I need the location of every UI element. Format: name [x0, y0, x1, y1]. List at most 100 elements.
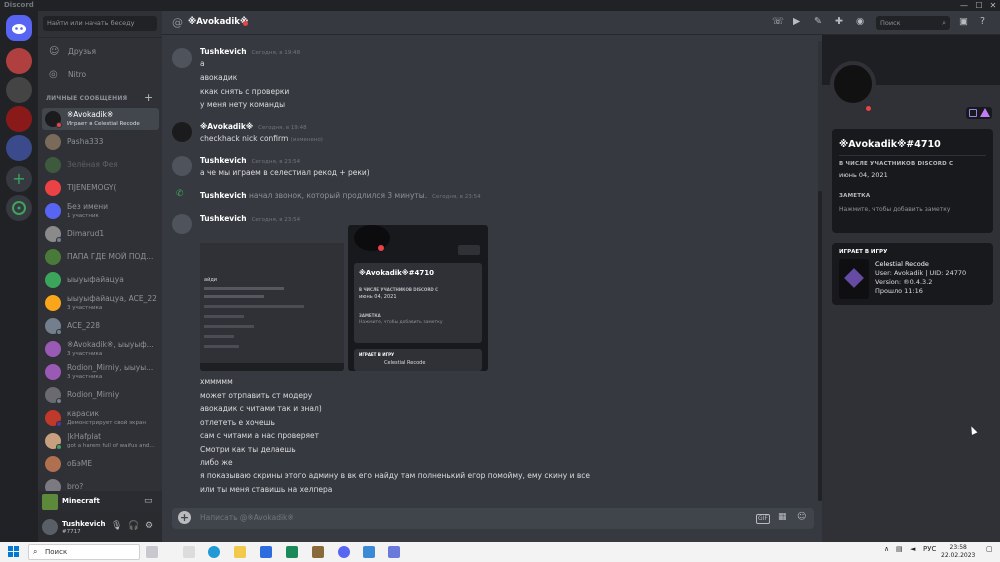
- message-composer[interactable]: + Написать @※Avokadik※ GIF ▦ ☺: [172, 508, 814, 529]
- gif-button[interactable]: GIF: [756, 514, 770, 524]
- server-icon[interactable]: [6, 77, 32, 103]
- minimize-button[interactable]: —: [957, 0, 971, 11]
- dm-list-item[interactable]: Pasha333: [42, 131, 159, 153]
- add-friend-icon[interactable]: ✚: [835, 16, 843, 27]
- video-call-icon[interactable]: ▶: [793, 16, 800, 27]
- pin-icon[interactable]: ✎: [814, 16, 822, 27]
- dm-name: оБэМЕ: [67, 459, 93, 468]
- message-text: checkhack nick confirm (изменено): [200, 134, 323, 143]
- nitro-badge-icon[interactable]: [980, 108, 990, 117]
- dm-name: Dimarud1: [67, 229, 105, 238]
- dm-list-item[interactable]: ыыуыфайацуа: [42, 269, 159, 291]
- dm-list-item[interactable]: ПАПА ГДЕ МОЙ ПОД...: [42, 246, 159, 268]
- dm-list-item[interactable]: карасик Демонстрирует свой экран: [42, 407, 159, 429]
- message-author[interactable]: ※Avokadik※ Сегодня, в 19:48: [200, 122, 307, 131]
- dm-list-item[interactable]: Без имени 1 участник: [42, 200, 159, 222]
- dm-list-item[interactable]: оБэМЕ: [42, 453, 159, 475]
- profile-toggle-icon[interactable]: ◉: [856, 16, 864, 27]
- edge-icon[interactable]: [208, 546, 220, 558]
- search-input[interactable]: Поиск ⌕: [876, 16, 950, 30]
- avatar[interactable]: [172, 214, 192, 234]
- maximize-button[interactable]: ☐: [972, 0, 986, 11]
- create-dm-button[interactable]: +: [144, 91, 153, 104]
- calculator-icon[interactable]: [286, 546, 298, 558]
- dm-subtitle: Демонстрирует свой экран: [67, 420, 146, 426]
- store-icon[interactable]: [260, 546, 272, 558]
- explorer-icon[interactable]: [234, 546, 246, 558]
- note-input[interactable]: Нажмите, чтобы добавить заметку: [839, 206, 950, 213]
- dm-list-item[interactable]: ACE_228: [42, 315, 159, 337]
- dm-subtitle: 3 участника: [67, 374, 103, 380]
- game-title: Celestial Recode: [875, 260, 929, 268]
- avatar[interactable]: [42, 519, 58, 535]
- dm-list-item[interactable]: ※Avokadik※ Играет в Celestial Recode: [42, 108, 159, 130]
- dm-list-item[interactable]: ыыуыфайацуа, ACE_228 3 участника: [42, 292, 159, 314]
- network-icon[interactable]: ▤: [896, 545, 903, 553]
- close-window-button[interactable]: ✕: [986, 0, 1000, 11]
- dm-list-item[interactable]: Rodion_Mirniy: [42, 384, 159, 406]
- member-since-date: июнь 04, 2021: [839, 171, 888, 179]
- avatar: [45, 272, 61, 288]
- server-icon[interactable]: [6, 106, 32, 132]
- attachment-text: Celestial Recode: [384, 360, 426, 366]
- nitro-nav[interactable]: ◎ Nitro: [42, 65, 158, 85]
- gear-icon[interactable]: ⚙: [145, 521, 153, 531]
- dm-list-item[interactable]: ※Avokadik※, ыыуыф... 3 участника: [42, 338, 159, 360]
- dm-list-item[interactable]: |kHafplat got a harem full of waifus and.…: [42, 430, 159, 452]
- help-icon[interactable]: ?: [980, 16, 985, 27]
- microphone-icon[interactable]: 🎙: [111, 521, 122, 531]
- explore-servers-button[interactable]: [6, 195, 32, 221]
- chat-header: @ ※Avokadik※ ☏ ▶ ✎ ✚ ◉ Поиск ⌕ ▣ ?: [162, 11, 1000, 35]
- dm-list-item[interactable]: TIJENEMOGY(: [42, 177, 159, 199]
- clock[interactable]: 23:58 22.02.2023: [941, 544, 975, 560]
- message-author[interactable]: Tushkevich Сегодня, в 19:48: [200, 47, 300, 56]
- message-author[interactable]: Tushkevich Сегодня, в 23:54: [200, 214, 300, 223]
- voice-call-icon[interactable]: ☏: [772, 16, 784, 27]
- hypesquad-badge-icon[interactable]: [969, 109, 977, 117]
- dm-name: Rodion_Mirniy: [67, 390, 120, 399]
- plus-icon: +: [12, 169, 26, 188]
- taskbar-search[interactable]: ⌕ Поиск: [28, 544, 140, 560]
- image-attachment[interactable]: ※Avokadik※#4710 В ЧИСЛЕ УЧАСТНИКОВ DISCO…: [348, 225, 488, 371]
- image-attachment[interactable]: айди: [200, 225, 344, 371]
- upload-plus-icon[interactable]: +: [178, 511, 191, 524]
- notification-icon[interactable]: ▢: [986, 545, 993, 553]
- app-icon[interactable]: [388, 546, 400, 558]
- activity-panel[interactable]: Minecraft ▭: [38, 491, 162, 513]
- home-button[interactable]: [6, 15, 32, 41]
- emoji-icon[interactable]: ☺: [797, 512, 806, 522]
- volume-icon[interactable]: ◄: [910, 545, 915, 553]
- game-icon: [839, 259, 869, 299]
- server-icon[interactable]: [6, 135, 32, 161]
- tray-arrow-icon[interactable]: ∧: [884, 545, 889, 553]
- window-title: Discord: [4, 1, 34, 9]
- avatar[interactable]: [172, 122, 192, 142]
- playing-label: ИГРАЕТ В ИГРУ: [839, 249, 888, 255]
- app-icon[interactable]: [363, 546, 375, 558]
- server-icon[interactable]: [6, 48, 32, 74]
- language-indicator[interactable]: РУС: [923, 545, 936, 553]
- add-server-button[interactable]: +: [6, 166, 32, 192]
- dm-name: Pasha333: [67, 137, 104, 146]
- dm-list-item[interactable]: Зелёная Фея: [42, 154, 159, 176]
- dm-list-item[interactable]: Rodion_Mirniy, ыыуы... 3 участника: [42, 361, 159, 383]
- sticker-icon[interactable]: ▦: [778, 512, 787, 522]
- start-button[interactable]: [8, 546, 20, 558]
- widget-icon[interactable]: [146, 546, 158, 558]
- inbox-icon[interactable]: ▣: [959, 16, 968, 27]
- discord-taskbar-icon[interactable]: [338, 546, 350, 558]
- clock-date: 22.02.2023: [941, 552, 976, 559]
- message-author[interactable]: Tushkevich Сегодня, в 23:54: [200, 156, 300, 165]
- message-text: отлететь е хочешь: [200, 418, 275, 427]
- dm-search-input[interactable]: Найти или начать беседу: [43, 16, 157, 31]
- avatar[interactable]: [830, 61, 876, 107]
- avatar[interactable]: [172, 156, 192, 176]
- dm-list-item[interactable]: Dimarud1: [42, 223, 159, 245]
- task-view-icon[interactable]: [183, 546, 195, 558]
- minecraft-taskbar-icon[interactable]: [312, 546, 324, 558]
- avatar[interactable]: [172, 48, 192, 68]
- friends-nav[interactable]: ☺ Друзья: [42, 42, 158, 62]
- screen-share-icon[interactable]: ▭: [144, 496, 153, 506]
- headphones-icon[interactable]: 🎧: [128, 521, 139, 531]
- message-text: а че мы играем в селестиал рекод + реки): [200, 168, 370, 177]
